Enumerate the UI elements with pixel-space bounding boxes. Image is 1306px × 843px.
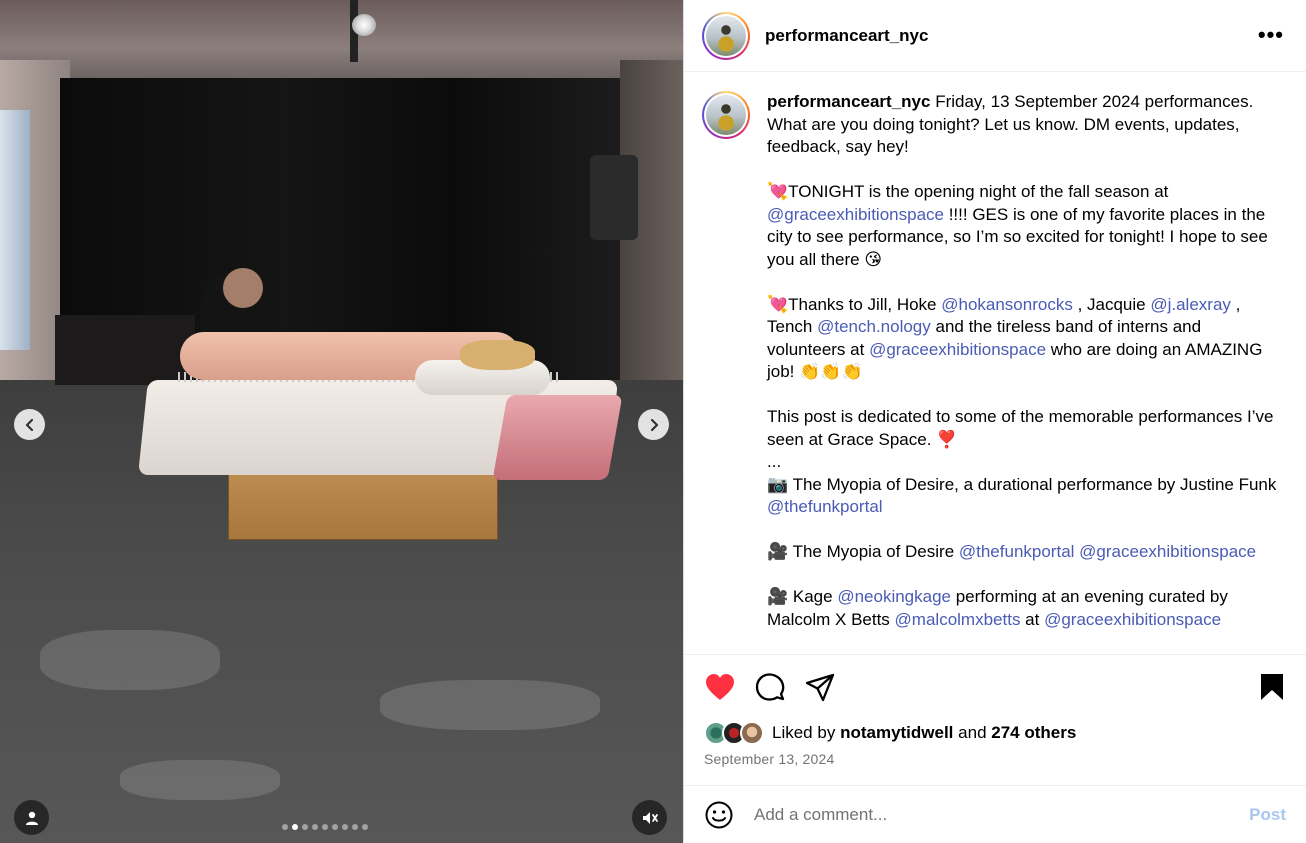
photo-window [0,110,30,350]
caption-text: 💘Thanks to Jill, Hoke [767,294,942,314]
caption-paragraph: This post is dedicated to some of the me… [767,407,1274,449]
avatar-border [704,93,748,137]
avatar-image [706,15,746,56]
mention-link[interactable]: @j.alexray [1150,295,1231,314]
caption-text: at [1020,609,1045,629]
more-options-button[interactable]: ••• [1258,22,1284,48]
mention-link[interactable]: @hokansonrocks [941,295,1073,314]
user-icon [25,811,38,825]
photo-equipment-table [55,315,195,385]
mute-button[interactable] [632,800,667,835]
profile-avatar[interactable] [702,11,750,60]
chevron-left-icon [25,418,33,431]
post-comment-button[interactable]: Post [1249,805,1286,825]
post-date[interactable]: September 13, 2024 [704,751,834,767]
comment-composer: Post [684,785,1306,843]
caption-paragraph: performanceart_nyc Friday, 13 September … [767,91,1282,159]
comment-icon [755,673,785,701]
photo-hair [460,340,535,370]
post-author-username[interactable]: performanceart_nyc [765,26,928,46]
carousel-prev-button[interactable] [14,409,45,440]
post-caption: performanceart_nyc Friday, 13 September … [767,91,1282,653]
caption-paragraph: 📷 The Myopia of Desire, a durational per… [767,474,1282,519]
save-button[interactable] [1256,671,1288,703]
floor-mark [380,680,600,730]
caption-paragraph: 🎥 The Myopia of Desire @thefunkportal @g… [767,541,1282,564]
caption-section: performanceart_nyc Friday, 13 September … [684,73,1306,653]
mention-link[interactable]: @graceexhibitionspace [869,340,1046,359]
carousel-dot [282,824,288,830]
carousel-dot [362,824,368,830]
photo-pink-sheet [492,395,623,480]
carousel-dot-active [292,824,298,830]
chevron-right-icon [650,418,658,431]
caption-text: 🎥 Kage [767,587,838,606]
caption-text: 🎥 The Myopia of Desire [767,542,959,561]
post-sidebar: performanceart_nyc ••• performanceart_ny… [683,0,1306,843]
likes-count[interactable]: 274 others [991,723,1076,743]
photo-speaker [590,155,638,240]
mention-link[interactable]: @tench.nology [817,317,931,336]
photo-ceiling [0,0,683,80]
action-icons [704,671,836,703]
post-actions: Liked by notamytidwell and 274 others Se… [684,654,1306,784]
mention-link[interactable]: @neokingkage [837,587,951,606]
carousel-indicator [282,824,368,830]
likes-summary[interactable]: Liked by notamytidwell and 274 others [704,721,1076,745]
comment-input[interactable] [754,804,1250,825]
mention-link[interactable]: @thefunkportal [959,542,1075,561]
caption-paragraph: 💘TONIGHT is the opening night of the fal… [767,181,1282,271]
caption-username[interactable]: performanceart_nyc [767,92,930,111]
mention-link[interactable]: @graceexhibitionspace [1044,610,1221,629]
liker-username[interactable]: notamytidwell [840,723,953,743]
carousel-dot [332,824,338,830]
share-icon [805,673,835,702]
floor-mark [120,760,280,800]
mute-icon [642,811,658,824]
carousel-dot [352,824,358,830]
avatar-image [706,95,746,135]
photo-light-bulb [352,14,376,36]
caption-paragraph: 💘Thanks to Jill, Hoke @hokansonrocks , J… [767,294,1282,384]
liker-avatars [704,721,764,745]
liker-avatar [740,721,764,745]
carousel-dot [342,824,348,830]
caption-text: , Jacquie [1072,294,1151,314]
caption-paragraph: 🎥 Kage @neokingkage performing at an eve… [767,586,1282,631]
caption-text: 💘TONIGHT is the opening night of the fal… [767,182,1169,201]
emoji-icon[interactable] [704,800,734,830]
heart-icon [706,674,734,700]
likes-middle: and [958,723,987,742]
like-button[interactable] [704,671,736,703]
post-media[interactable] [0,0,683,843]
caption-text: 📷 The Myopia of Desire, a durational per… [767,474,1277,494]
floor-mark [40,630,220,690]
comment-button[interactable] [754,671,786,703]
carousel-next-button[interactable] [638,409,669,440]
share-button[interactable] [804,671,836,703]
caption-avatar[interactable] [702,91,750,139]
post-header: performanceart_nyc ••• [684,0,1306,72]
caption-paragraph: ... [767,452,782,471]
mention-link[interactable]: @malcolmxbetts [895,610,1021,629]
mention-link[interactable]: @graceexhibitionspace [1079,542,1256,561]
mention-link[interactable]: @graceexhibitionspace [767,205,944,224]
bookmark-icon [1261,674,1283,700]
carousel-dot [322,824,328,830]
carousel-dot [312,824,318,830]
tagged-users-button[interactable] [14,800,49,835]
carousel-dot [302,824,308,830]
likes-prefix: Liked by [772,723,836,742]
photo-performer-head [223,268,263,308]
mention-link[interactable]: @thefunkportal [767,497,883,516]
avatar-border [704,13,748,58]
